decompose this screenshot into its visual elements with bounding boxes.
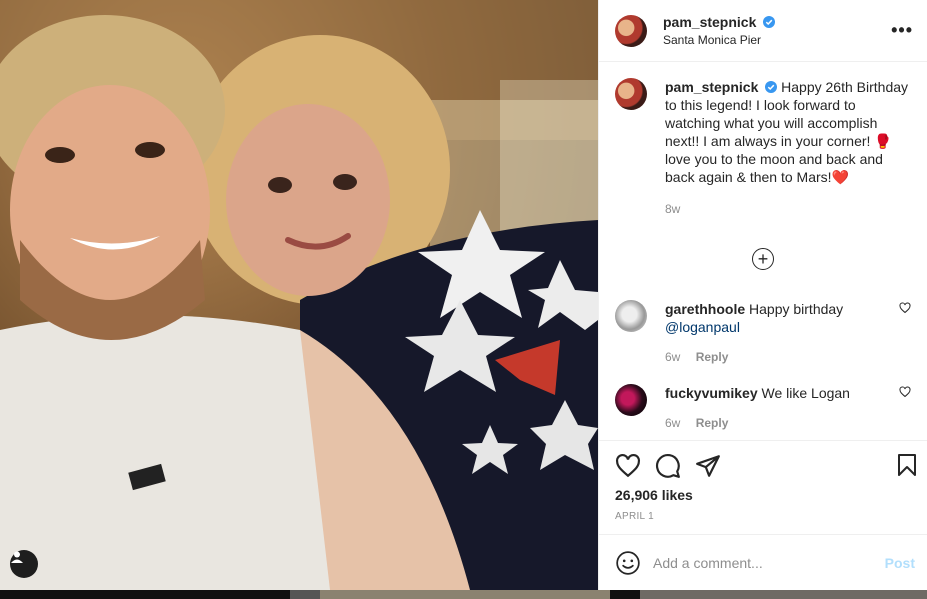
comment-icon[interactable] <box>655 453 681 479</box>
plus-circle-icon: + <box>752 248 774 270</box>
post-actions: 26,906 likes APRIL 1 <box>599 440 927 534</box>
caption-username[interactable]: pam_stepnick <box>665 79 758 95</box>
comment-timestamp: 6w <box>665 416 681 430</box>
post-comment-button[interactable]: Post <box>885 555 915 571</box>
comment-body: garethhoole Happy birthday @loganpaul 6w… <box>665 300 885 366</box>
commenter-avatar[interactable] <box>615 300 647 332</box>
comment-item: fuckyvumikey We like Logan 6w Reply <box>615 384 911 432</box>
like-comment-heart-icon[interactable] <box>899 302 911 314</box>
post-header: pam_stepnick Santa Monica Pier ••• <box>599 0 927 62</box>
likes-count[interactable]: 26,906 likes <box>615 487 911 503</box>
author-info: pam_stepnick Santa Monica Pier <box>663 14 891 47</box>
post-date[interactable]: APRIL 1 <box>615 511 911 522</box>
tagged-user-button[interactable] <box>10 550 38 578</box>
comment-text: We like Logan <box>761 385 850 401</box>
reply-button[interactable]: Reply <box>696 416 729 430</box>
author-username[interactable]: pam_stepnick <box>663 14 756 30</box>
verified-badge-icon <box>765 81 778 93</box>
comment-meta: 6w Reply <box>665 414 885 432</box>
post-caption: pam_stepnick Happy 26th Birthday to this… <box>615 78 911 218</box>
comment-timestamp: 6w <box>665 350 681 364</box>
like-comment-heart-icon[interactable] <box>899 386 911 398</box>
caption-body: pam_stepnick Happy 26th Birthday to this… <box>665 78 911 218</box>
related-post-thumbnail[interactable] <box>290 590 320 599</box>
post-photo-illustration <box>0 0 598 590</box>
related-post-thumbnail[interactable] <box>640 590 927 599</box>
share-icon[interactable] <box>695 453 721 479</box>
commenter-username[interactable]: fuckyvumikey <box>665 385 758 401</box>
related-post-thumbnail[interactable] <box>320 590 610 599</box>
comment-text: Happy birthday <box>749 301 844 317</box>
add-comment-bar: Post <box>599 534 927 590</box>
author-avatar[interactable] <box>615 14 647 47</box>
bookmark-icon[interactable] <box>895 453 919 477</box>
instagram-post-view: pam_stepnick Santa Monica Pier ••• pam_s… <box>0 0 927 599</box>
comment-meta: 6w Reply <box>665 348 885 366</box>
comment-mention[interactable]: @loganpaul <box>665 319 740 335</box>
comment-item: garethhoole Happy birthday @loganpaul 6w… <box>615 300 911 366</box>
post-location[interactable]: Santa Monica Pier <box>663 33 891 47</box>
verified-badge-icon <box>763 16 776 28</box>
post-details-panel: pam_stepnick Santa Monica Pier ••• pam_s… <box>598 0 927 590</box>
commenter-username[interactable]: garethhoole <box>665 301 745 317</box>
action-icons <box>615 451 916 481</box>
caption-timestamp[interactable]: 8w <box>665 200 911 218</box>
more-options-icon[interactable]: ••• <box>891 20 913 41</box>
heart-icon[interactable] <box>615 453 641 479</box>
emoji-icon[interactable] <box>615 550 641 576</box>
caption-avatar[interactable] <box>615 78 647 110</box>
commenter-avatar[interactable] <box>615 384 647 416</box>
load-more-comments-button[interactable]: + <box>615 248 911 270</box>
comment-input[interactable] <box>653 554 885 571</box>
user-icon <box>11 551 23 563</box>
comments-section: pam_stepnick Happy 26th Birthday to this… <box>599 62 927 440</box>
post-photo[interactable] <box>0 0 598 590</box>
related-posts-strip <box>0 590 927 599</box>
reply-button[interactable]: Reply <box>696 350 729 364</box>
comment-body: fuckyvumikey We like Logan 6w Reply <box>665 384 885 432</box>
